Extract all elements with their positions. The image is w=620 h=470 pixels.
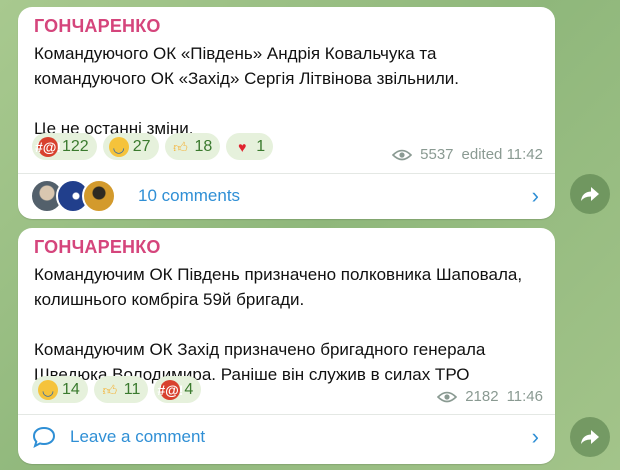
message-meta: 5537 edited 11:42 (392, 146, 543, 163)
reaction-angry[interactable]: #@! 4 (154, 376, 202, 403)
leave-comment-row[interactable]: Leave a comment › (18, 415, 555, 459)
reactions-bar: #@! 122 ◡ 27 👍︎ 18 ♥ 1 (32, 133, 274, 160)
reaction-crying[interactable]: ◡ 14 (32, 376, 88, 403)
reaction-thumbs-up[interactable]: 👍︎ 11 (93, 376, 149, 403)
reaction-thumbs-up[interactable]: 👍︎ 18 (164, 133, 221, 160)
reaction-crying[interactable]: ◡ 27 (102, 133, 159, 160)
channel-author[interactable]: ГОНЧАРЕНКО (34, 16, 161, 37)
message-bubble: ГОНЧАРЕНКО Командуючим ОК Південь призна… (18, 228, 555, 464)
crying-face-icon: ◡ (38, 379, 58, 400)
crying-face-icon: ◡ (108, 136, 129, 157)
reactions-bar: ◡ 14 👍︎ 11 #@! 4 (32, 376, 202, 403)
chevron-right-icon: › (531, 424, 539, 449)
reaction-heart[interactable]: ♥ 1 (226, 133, 274, 160)
message-paragraph: Командуючим ОК Південь призначено полков… (34, 265, 523, 309)
commenter-avatars (30, 179, 116, 213)
share-arrow-icon (581, 187, 599, 201)
channel-author[interactable]: ГОНЧАРЕНКО (34, 237, 161, 258)
thumbs-up-icon: 👍︎ (102, 381, 118, 398)
reaction-count: 122 (62, 137, 89, 155)
eye-icon (392, 149, 413, 160)
leave-comment-link[interactable]: Leave a comment (70, 427, 205, 447)
comments-row[interactable]: 10 comments › (18, 174, 555, 218)
message-time: 11:46 (506, 388, 543, 405)
reaction-count: 27 (132, 137, 151, 155)
message-time: edited 11:42 (461, 146, 543, 163)
angry-face-icon: #@! (157, 379, 184, 400)
share-button[interactable] (570, 174, 610, 214)
reaction-count: 14 (62, 380, 80, 398)
comment-bubble-icon (32, 426, 56, 448)
reaction-count: 11 (123, 380, 141, 398)
reaction-count: 1 (256, 137, 266, 155)
avatar (82, 179, 116, 213)
message-text: Командуючим ОК Південь призначено полков… (34, 262, 544, 387)
reaction-count: 4 (184, 380, 194, 398)
angry-face-icon: #@! (34, 136, 62, 157)
share-arrow-icon (581, 430, 599, 444)
comments-link[interactable]: 10 comments (138, 186, 240, 206)
message-bubble: ГОНЧАРЕНКО Командуючого ОК «Південь» Анд… (18, 7, 555, 219)
message-paragraph: Командуючого ОК «Південь» Андрія Ковальч… (34, 44, 460, 88)
heart-icon: ♥ (238, 138, 247, 155)
view-count: 2182 (465, 388, 499, 405)
message-meta: 2182 11:46 (437, 388, 543, 405)
eye-icon (437, 391, 458, 402)
reaction-angry[interactable]: #@! 122 (32, 133, 97, 160)
chevron-right-icon: › (531, 183, 539, 208)
thumbs-up-icon: 👍︎ (173, 138, 188, 155)
message-text: Командуючого ОК «Південь» Андрія Ковальч… (34, 41, 544, 141)
view-count: 5537 (420, 146, 454, 163)
reaction-count: 18 (194, 137, 213, 155)
share-button[interactable] (570, 417, 610, 457)
